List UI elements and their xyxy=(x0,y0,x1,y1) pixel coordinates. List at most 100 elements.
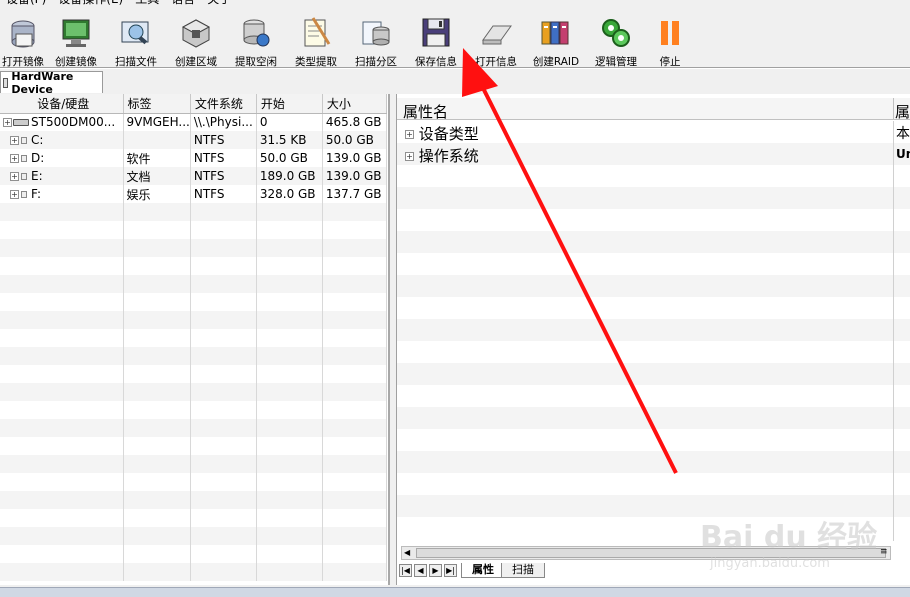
empty-property-row xyxy=(397,187,910,209)
empty-property-row xyxy=(397,429,910,451)
property-value: Un xyxy=(896,147,910,161)
menu-tools[interactable]: 工具 xyxy=(129,0,165,8)
hard-disk-icon xyxy=(13,119,29,127)
tab-hardware-device[interactable]: HardWare Device xyxy=(0,69,103,96)
property-value: 本 xyxy=(896,126,910,142)
table-row[interactable]: + ST500DM00... 9VMGEH... \\.\Physi... 0 4… xyxy=(0,113,387,131)
menu-language[interactable]: 语言 xyxy=(165,0,201,8)
col-start[interactable]: 开始 xyxy=(256,94,323,114)
volume-icon xyxy=(21,137,27,144)
create-area-button[interactable]: 创建区域 xyxy=(166,8,226,68)
empty-rows xyxy=(0,203,387,581)
property-name: + 设备类型 xyxy=(405,125,479,143)
cell-fs: \\.\Physi... xyxy=(190,113,257,131)
cell-label xyxy=(123,131,191,149)
stop-button[interactable]: 停止 xyxy=(646,8,694,68)
menu-about[interactable]: 关于 xyxy=(201,0,237,8)
empty-row xyxy=(0,257,387,275)
table-row[interactable]: + C: NTFS 31.5 KB 50.0 GB xyxy=(0,131,387,149)
cell-size: 137.7 GB xyxy=(322,185,387,203)
menu-device[interactable]: 设备(F) xyxy=(0,0,52,8)
baidu-jingyan-watermark: Bai du 经验 jingyan.baidu.com xyxy=(700,512,900,584)
empty-property-row xyxy=(397,451,910,473)
cell-fs: NTFS xyxy=(190,131,257,149)
cell-start: 50.0 GB xyxy=(256,149,323,167)
property-row[interactable]: + 设备类型 本 xyxy=(397,121,910,143)
volume-icon xyxy=(21,191,27,198)
expand-icon[interactable]: + xyxy=(10,136,19,145)
menu-device-ops[interactable]: 设备操作(E) xyxy=(52,0,129,8)
table-row[interactable]: + F: 娱乐 NTFS 328.0 GB 137.7 GB xyxy=(0,185,387,203)
expand-icon[interactable]: + xyxy=(3,118,12,128)
cell-start: 0 xyxy=(256,113,323,131)
property-row[interactable]: + 操作系统 Un xyxy=(397,143,910,165)
empty-row xyxy=(0,329,387,347)
expand-icon[interactable]: + xyxy=(405,152,414,161)
empty-row xyxy=(0,239,387,257)
tab-scan[interactable]: 扫描 xyxy=(501,563,545,578)
device-name: C: xyxy=(31,133,44,147)
cell-start: 189.0 GB xyxy=(256,167,323,185)
disk-image-open-icon xyxy=(6,16,40,50)
scroll-left-icon[interactable]: ◀ xyxy=(404,548,410,557)
expand-icon[interactable]: + xyxy=(10,154,19,163)
last-tab-icon[interactable]: ▶| xyxy=(444,564,457,577)
column-divider[interactable] xyxy=(893,98,894,120)
empty-row xyxy=(0,383,387,401)
table-row[interactable]: + E: 文档 NTFS 189.0 GB 139.0 GB xyxy=(0,167,387,185)
col-property-value[interactable]: 属 xyxy=(895,101,910,122)
watermark-url: jingyan.baidu.com xyxy=(710,556,830,571)
extract-free-button[interactable]: 提取空闲 xyxy=(226,8,286,68)
empty-row xyxy=(0,527,387,545)
create-raid-button[interactable]: 创建RAID xyxy=(526,8,586,68)
device-tab-icon xyxy=(3,77,9,88)
tab-label: HardWare Device xyxy=(11,69,74,96)
status-bar xyxy=(0,587,910,597)
type-extract-button[interactable]: 类型提取 xyxy=(286,8,346,68)
empty-row xyxy=(0,365,387,383)
expand-icon[interactable]: + xyxy=(405,130,414,139)
device-tab-row: HardWare Device xyxy=(0,69,910,96)
device-list-pane: 设备/硬盘 标签 文件系统 开始 大小 + ST500DM00... 9VMGEH… xyxy=(0,94,390,585)
save-info-button[interactable]: 保存信息 xyxy=(406,8,466,68)
watermark-logo-text: Bai du 经验 xyxy=(700,520,878,555)
empty-row xyxy=(0,455,387,473)
next-tab-icon[interactable]: ▶ xyxy=(429,564,442,577)
empty-property-row xyxy=(397,385,910,407)
table-row[interactable]: + D: 软件 NTFS 50.0 GB 139.0 GB xyxy=(0,149,387,167)
cell-fs: NTFS xyxy=(190,149,257,167)
open-info-icon xyxy=(479,16,513,50)
monitor-image-icon xyxy=(59,16,93,50)
scan-partition-button[interactable]: 扫描分区 xyxy=(346,8,406,68)
create-area-icon xyxy=(179,16,213,50)
prev-tab-icon[interactable]: ◀ xyxy=(414,564,427,577)
first-tab-icon[interactable]: |◀ xyxy=(399,564,412,577)
pause-stop-icon xyxy=(653,16,687,50)
expand-icon[interactable]: + xyxy=(10,190,19,199)
scan-file-button[interactable]: 扫描文件 xyxy=(106,8,166,68)
empty-row xyxy=(0,221,387,239)
empty-property-row xyxy=(397,407,910,429)
empty-row xyxy=(0,275,387,293)
col-device[interactable]: 设备/硬盘 xyxy=(0,94,124,114)
expand-icon[interactable]: + xyxy=(10,172,19,181)
col-filesystem[interactable]: 文件系统 xyxy=(190,94,257,114)
tab-properties[interactable]: 属性 xyxy=(461,563,505,578)
empty-row xyxy=(0,419,387,437)
empty-property-row xyxy=(397,341,910,363)
col-property-name[interactable]: 属性名 xyxy=(403,101,448,122)
empty-row xyxy=(0,347,387,365)
property-name: + 操作系统 xyxy=(405,147,479,165)
logic-manage-button[interactable]: 逻辑管理 xyxy=(586,8,646,68)
empty-row xyxy=(0,311,387,329)
cell-label: 软件 xyxy=(123,149,191,167)
col-label[interactable]: 标签 xyxy=(123,94,191,114)
type-extract-icon xyxy=(299,16,333,50)
create-image-button[interactable]: 创建镜像 xyxy=(46,8,106,68)
col-size[interactable]: 大小 xyxy=(322,94,387,114)
cell-label: 娱乐 xyxy=(123,185,191,203)
database-extract-icon xyxy=(239,16,273,50)
empty-property-row xyxy=(397,363,910,385)
open-image-button[interactable]: 打开镜像 xyxy=(0,8,46,68)
open-info-button[interactable]: 打开信息 xyxy=(466,8,526,68)
